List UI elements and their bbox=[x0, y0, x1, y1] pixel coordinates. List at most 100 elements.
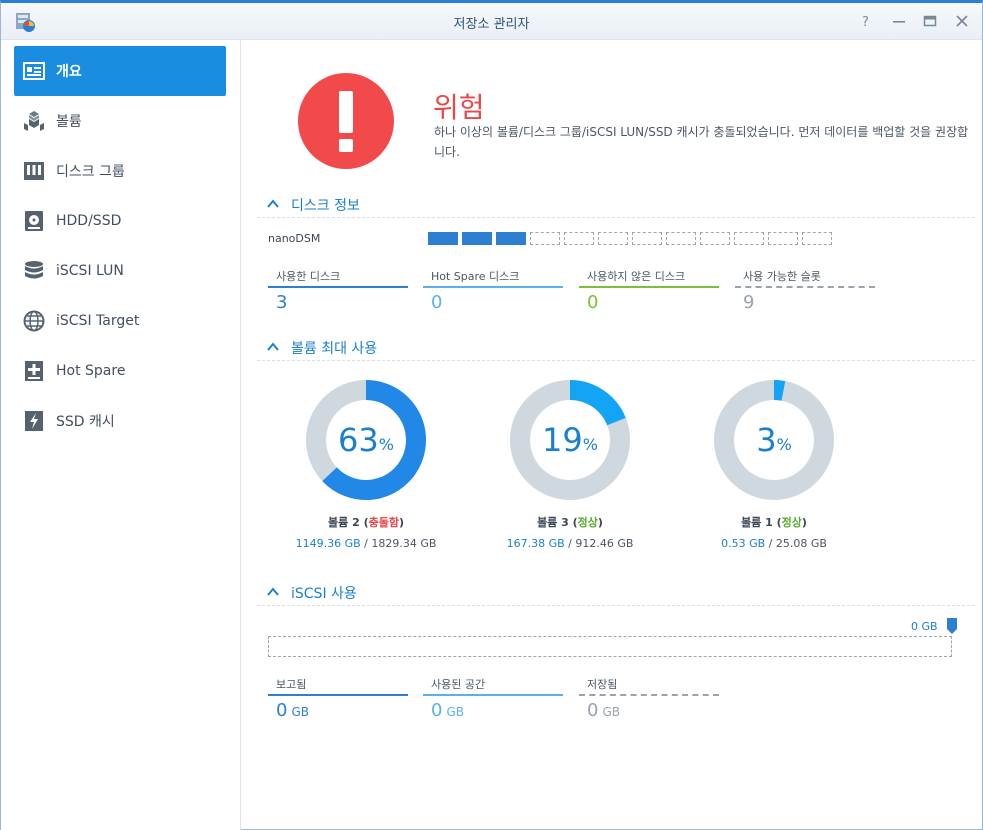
stat-value: 0 bbox=[431, 292, 443, 313]
disk-slot-empty bbox=[734, 232, 764, 245]
disk-group-icon bbox=[22, 159, 46, 183]
disk-slot-strip bbox=[428, 232, 832, 245]
stat-value: 9 bbox=[743, 292, 755, 313]
disk-slot-used bbox=[428, 232, 458, 245]
sidebar-item-label: SSD 캐시 bbox=[56, 414, 115, 430]
stat-label: 사용한 디스크 bbox=[276, 270, 341, 283]
iscsi-used-space-stat: 사용된 공간 0 GB bbox=[423, 676, 563, 721]
usage-percent: 63 bbox=[338, 421, 379, 459]
ssd-cache-icon bbox=[22, 409, 46, 433]
hdd-icon bbox=[22, 209, 46, 233]
help-icon[interactable]: ? bbox=[858, 13, 874, 30]
hot-spare-icon bbox=[22, 359, 46, 383]
volume-usage-section-header[interactable]: 볼륨 최대 사용 bbox=[257, 337, 975, 361]
usage-marker-icon bbox=[947, 618, 957, 634]
status-title: 위험 bbox=[433, 91, 485, 124]
minimize-icon[interactable] bbox=[891, 13, 907, 29]
volume-name: 볼륨 2 (충돌함) bbox=[328, 516, 404, 529]
stat-label: 보고됨 bbox=[276, 678, 307, 691]
volume-size: 1149.36 GB / 1829.34 GB bbox=[295, 537, 437, 550]
section-title: iSCSI 사용 bbox=[291, 586, 357, 602]
sidebar-item-iscsi-target[interactable]: iSCSI Target bbox=[14, 296, 226, 346]
close-icon[interactable] bbox=[954, 13, 970, 29]
title-bar: 저장소 관리자 ? bbox=[1, 3, 982, 40]
volume-status: 정상 bbox=[781, 516, 802, 529]
disk-slot-empty bbox=[632, 232, 662, 245]
sidebar-item-label: HDD/SSD bbox=[56, 213, 122, 229]
disk-slot-empty bbox=[666, 232, 696, 245]
volume-status: 정상 bbox=[577, 516, 598, 529]
sidebar-item-hot-spare[interactable]: Hot Spare bbox=[14, 346, 226, 396]
stat-unit: GB bbox=[602, 705, 620, 719]
stat-label: 사용하지 않은 디스크 bbox=[587, 270, 686, 283]
disk-slot-empty bbox=[598, 232, 628, 245]
volume-size: 167.38 GB / 912.46 GB bbox=[506, 537, 634, 550]
overview-panel: 위험 하나 이상의 볼륨/디스크 그룹/iSCSI LUN/SSD 캐시가 충돌… bbox=[243, 40, 983, 830]
iscsi-saved-stat: 저장됨 0 GB bbox=[579, 676, 719, 721]
volume-donut-1: 19% bbox=[509, 379, 631, 501]
chevron-up-icon bbox=[267, 342, 279, 351]
stat-value: 0 bbox=[431, 700, 443, 721]
sidebar-item-disk-group[interactable]: 디스크 그룹 bbox=[14, 146, 226, 196]
volume-size: 0.53 GB / 25.08 GB bbox=[721, 537, 827, 550]
disk-slot-used bbox=[462, 232, 492, 245]
sidebar-item-volume[interactable]: 볼륨 bbox=[14, 96, 226, 146]
volume-icon bbox=[22, 109, 46, 133]
disk-slot-empty bbox=[530, 232, 560, 245]
disk-slot-empty bbox=[768, 232, 798, 245]
sidebar-item-label: iSCSI LUN bbox=[56, 263, 124, 279]
sidebar-item-ssd-cache[interactable]: SSD 캐시 bbox=[14, 396, 226, 446]
usage-percent: 19 bbox=[542, 421, 583, 459]
volume-name: 볼륨 1 (정상) bbox=[741, 516, 807, 529]
volume-donut-0: 63% bbox=[305, 379, 427, 501]
usage-percent: 3 bbox=[756, 421, 777, 459]
stat-unit: GB bbox=[291, 705, 309, 719]
iscsi-target-icon bbox=[22, 309, 46, 333]
section-title: 볼륨 최대 사용 bbox=[291, 341, 378, 357]
stat-value: 3 bbox=[276, 292, 288, 313]
overview-icon bbox=[22, 59, 46, 83]
iscsi-usage-section-header[interactable]: iSCSI 사용 bbox=[257, 582, 975, 606]
iscsi-usage-bar bbox=[268, 636, 952, 657]
iscsi-usage-label: 0 GB bbox=[911, 620, 938, 633]
svg-text:?: ? bbox=[862, 15, 869, 29]
chevron-up-icon bbox=[267, 587, 279, 596]
available-slots-stat: 사용 가능한 슬롯 9 bbox=[735, 268, 875, 313]
sidebar-item-overview[interactable]: 개요 bbox=[14, 46, 226, 96]
sidebar-item-label: 디스크 그룹 bbox=[56, 164, 125, 180]
disk-info-section-header[interactable]: 디스크 정보 bbox=[257, 194, 975, 218]
stat-value: 0 bbox=[587, 292, 599, 313]
storage-manager-window: 저장소 관리자 ? 개요 볼륨 디스크 그룹 HDD/SSD iSCSI LUN… bbox=[0, 0, 983, 830]
sidebar: 개요 볼륨 디스크 그룹 HDD/SSD iSCSI LUN iSCSI Tar… bbox=[1, 40, 241, 830]
window-title: 저장소 관리자 bbox=[453, 17, 530, 32]
stat-unit: GB bbox=[446, 705, 464, 719]
maximize-icon[interactable] bbox=[922, 13, 938, 29]
sidebar-item-iscsi-lun[interactable]: iSCSI LUN bbox=[14, 246, 226, 296]
sidebar-item-label: Hot Spare bbox=[56, 363, 126, 379]
disk-slot-used bbox=[496, 232, 526, 245]
percent-sign: % bbox=[378, 434, 394, 454]
stat-label: 저장됨 bbox=[587, 678, 618, 691]
hot-spare-disks-stat: Hot Spare 디스크 0 bbox=[423, 268, 563, 313]
status-description: 하나 이상의 볼륨/디스크 그룹/iSCSI LUN/SSD 캐시가 충돌되었습… bbox=[434, 125, 969, 159]
stat-label: 사용 가능한 슬롯 bbox=[743, 270, 821, 283]
chevron-up-icon bbox=[267, 199, 279, 208]
iscsi-lun-icon bbox=[22, 259, 46, 283]
section-title: 디스크 정보 bbox=[291, 198, 360, 214]
sidebar-item-hdd-ssd[interactable]: HDD/SSD bbox=[14, 196, 226, 246]
stat-label: Hot Spare 디스크 bbox=[431, 270, 520, 283]
host-name: nanoDSM bbox=[268, 232, 321, 245]
volume-name: 볼륨 3 (정상) bbox=[537, 516, 603, 529]
stat-label: 사용된 공간 bbox=[431, 678, 486, 691]
stat-value: 0 bbox=[587, 700, 599, 721]
stat-value: 0 bbox=[276, 700, 288, 721]
volume-donut-2: 3% bbox=[713, 379, 835, 501]
iscsi-reported-stat: 보고됨 0 GB bbox=[268, 676, 408, 721]
percent-sign: % bbox=[582, 434, 598, 454]
danger-status-icon bbox=[298, 73, 394, 169]
unused-disks-stat: 사용하지 않은 디스크 0 bbox=[579, 268, 719, 313]
volume-status: 충돌함 bbox=[368, 516, 399, 529]
sidebar-item-label: iSCSI Target bbox=[56, 313, 140, 329]
disk-slot-empty bbox=[802, 232, 832, 245]
disk-slot-empty bbox=[564, 232, 594, 245]
